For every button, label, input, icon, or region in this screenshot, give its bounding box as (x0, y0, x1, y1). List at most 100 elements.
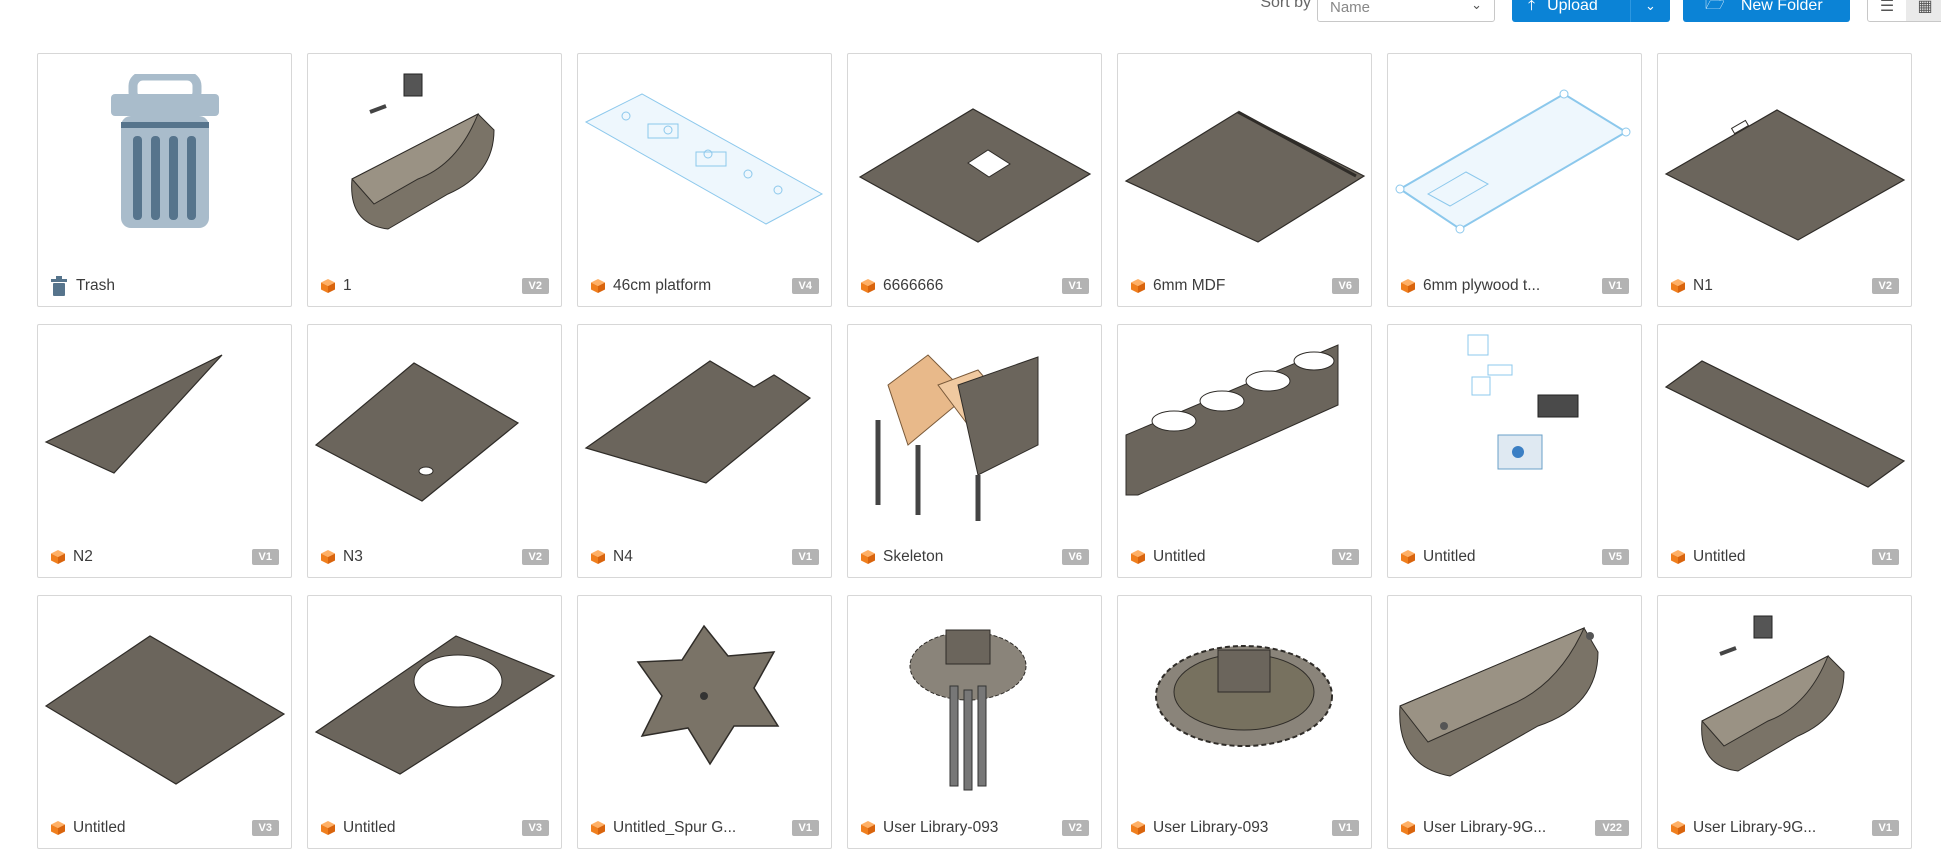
file-name[interactable]: 1 (343, 277, 352, 295)
file-tile[interactable]: Untitled V2 (1117, 324, 1372, 578)
file-name[interactable]: 6mm plywood t... (1423, 277, 1540, 295)
chevron-down-icon: ⌄ (1471, 0, 1482, 12)
file-tile[interactable]: N4 V1 (577, 324, 832, 578)
file-name[interactable]: Untitled (1693, 548, 1746, 566)
file-tile[interactable]: 6mm plywood t... V1 (1387, 53, 1642, 307)
trash-small-icon (51, 276, 67, 296)
file-name[interactable]: User Library-9G... (1693, 819, 1816, 837)
file-tile[interactable]: N2 V1 (37, 324, 292, 578)
file-name[interactable]: Untitled (1423, 548, 1476, 566)
thumbnail[interactable] (1388, 596, 1641, 796)
version-badge[interactable]: V6 (1331, 278, 1359, 294)
thumbnail[interactable] (1388, 325, 1641, 525)
thumbnail[interactable] (578, 596, 831, 796)
thumbnail[interactable] (848, 596, 1101, 796)
file-name[interactable]: N1 (1693, 277, 1713, 295)
thumbnail[interactable] (38, 325, 291, 525)
design-cube-icon (51, 821, 65, 835)
list-view-icon[interactable]: ☰ (1868, 0, 1906, 21)
version-badge[interactable]: V2 (521, 549, 549, 565)
file-tile[interactable]: N1 V2 (1657, 53, 1912, 307)
thumbnail[interactable] (578, 325, 831, 525)
file-tile[interactable]: 6mm MDF V6 (1117, 53, 1372, 307)
version-badge[interactable]: V1 (1871, 549, 1899, 565)
thumbnail[interactable] (1658, 596, 1911, 796)
thumbnail[interactable] (308, 596, 561, 796)
thumbnail[interactable] (1118, 54, 1371, 254)
grid-view-icon[interactable]: ▦ (1906, 0, 1941, 21)
file-name[interactable]: Untitled (343, 819, 396, 837)
version-badge[interactable]: V1 (251, 549, 279, 565)
file-tile[interactable]: 46cm platform V4 (577, 53, 832, 307)
version-badge[interactable]: V3 (251, 820, 279, 836)
file-tile[interactable]: Untitled V1 (1657, 324, 1912, 578)
design-cube-icon (1671, 550, 1685, 564)
thumbnail[interactable] (848, 54, 1101, 254)
file-tile[interactable]: User Library-9G... V1 (1657, 595, 1912, 849)
tile-footer: 6mm plywood t... V1 (1388, 266, 1641, 306)
version-badge[interactable]: V2 (521, 278, 549, 294)
version-badge[interactable]: V22 (1595, 820, 1629, 836)
file-name[interactable]: 6mm MDF (1153, 277, 1225, 295)
version-badge[interactable]: V1 (1871, 820, 1899, 836)
thumbnail[interactable] (1388, 54, 1641, 254)
file-tile[interactable]: N3 V2 (307, 324, 562, 578)
file-name[interactable]: Skeleton (883, 548, 943, 566)
file-name[interactable]: N3 (343, 548, 363, 566)
file-name[interactable]: Untitled (1153, 548, 1206, 566)
tile-footer: Untitled V3 (38, 808, 291, 848)
trash-tile[interactable]: Trash (37, 53, 292, 307)
file-name[interactable]: Untitled_Spur G... (613, 819, 736, 837)
file-name[interactable]: N2 (73, 548, 93, 566)
thumbnail[interactable] (38, 596, 291, 796)
file-tile[interactable]: User Library-093 V2 (847, 595, 1102, 849)
thumbnail[interactable] (1118, 596, 1371, 796)
file-name[interactable]: Trash (76, 277, 115, 295)
version-badge[interactable]: V1 (1331, 820, 1359, 836)
version-badge[interactable]: V1 (1061, 278, 1089, 294)
version-badge[interactable]: V1 (791, 820, 819, 836)
file-tile[interactable]: Skeleton V6 (847, 324, 1102, 578)
version-badge[interactable]: V2 (1871, 278, 1899, 294)
version-badge[interactable]: V2 (1331, 549, 1359, 565)
file-tile[interactable]: User Library-9G... V22 (1387, 595, 1642, 849)
thumbnail[interactable] (308, 325, 561, 525)
version-badge[interactable]: V4 (791, 278, 819, 294)
version-badge[interactable]: V1 (791, 549, 819, 565)
design-cube-icon (321, 550, 335, 564)
file-tile[interactable]: Untitled_Spur G... V1 (577, 595, 832, 849)
version-badge[interactable]: V6 (1061, 549, 1089, 565)
version-badge[interactable]: V2 (1061, 820, 1089, 836)
version-badge[interactable]: V3 (521, 820, 549, 836)
file-name[interactable]: Untitled (73, 819, 126, 837)
file-name[interactable]: 46cm platform (613, 277, 711, 295)
file-name[interactable]: User Library-093 (883, 819, 998, 837)
design-cube-icon (1401, 550, 1415, 564)
file-name[interactable]: User Library-9G... (1423, 819, 1546, 837)
new-folder-button[interactable]: 🗁 New Folder (1683, 0, 1850, 22)
file-tile[interactable]: Untitled V5 (1387, 324, 1642, 578)
design-cube-icon (1131, 821, 1145, 835)
file-name[interactable]: N4 (613, 548, 633, 566)
tile-footer: Untitled V3 (308, 808, 561, 848)
thumbnail[interactable] (1118, 325, 1371, 525)
file-name[interactable]: User Library-093 (1153, 819, 1268, 837)
file-tile[interactable]: 1 V2 (307, 53, 562, 307)
thumbnail[interactable] (1658, 54, 1911, 254)
design-cube-icon (591, 550, 605, 564)
thumbnail[interactable] (1658, 325, 1911, 525)
file-tile[interactable]: Untitled V3 (37, 595, 292, 849)
file-tile[interactable]: User Library-093 V1 (1117, 595, 1372, 849)
thumbnail[interactable] (848, 325, 1101, 525)
version-badge[interactable]: V1 (1601, 278, 1629, 294)
file-tile[interactable]: 6666666 V1 (847, 53, 1102, 307)
thumbnail[interactable] (578, 54, 831, 254)
version-badge[interactable]: V5 (1601, 549, 1629, 565)
file-tile[interactable]: Untitled V3 (307, 595, 562, 849)
upload-button[interactable]: ⤒ Upload ⌄ (1512, 0, 1670, 22)
file-name[interactable]: 6666666 (883, 277, 943, 295)
upload-dropdown-button[interactable]: ⌄ (1630, 0, 1670, 22)
thumbnail[interactable] (38, 54, 291, 254)
sort-select[interactable]: Name ⌄ (1317, 0, 1495, 22)
thumbnail[interactable] (308, 54, 561, 254)
